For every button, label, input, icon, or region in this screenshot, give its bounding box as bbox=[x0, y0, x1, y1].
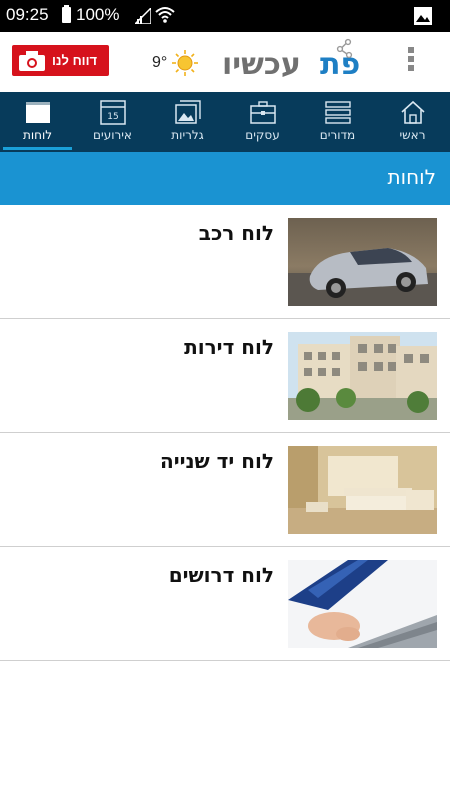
board-title: לוח דירות bbox=[184, 335, 274, 359]
temperature: 9° bbox=[152, 54, 168, 71]
signal-icon bbox=[135, 8, 151, 24]
overflow-menu-icon[interactable] bbox=[404, 46, 418, 72]
nav-label-businesses: עסקים bbox=[245, 128, 280, 142]
board-title: לוח רכב bbox=[198, 221, 274, 245]
board-icon bbox=[25, 102, 50, 123]
report-to-us-button[interactable]: דווח לנו bbox=[12, 45, 109, 76]
car-photo bbox=[288, 218, 437, 306]
nav-item-galleries[interactable]: גלריות bbox=[150, 92, 225, 152]
board-title: לוח דרושים bbox=[168, 563, 274, 587]
svg-text:15: 15 bbox=[107, 112, 118, 122]
section-header: לוחות bbox=[0, 152, 450, 205]
status-bar: 09:25 100% bbox=[0, 0, 450, 32]
report-button-label: דווח לנו bbox=[52, 53, 98, 68]
living-room-photo bbox=[288, 446, 437, 534]
nav-item-businesses[interactable]: עסקים bbox=[225, 92, 300, 152]
nav-label-galleries: גלריות bbox=[171, 128, 204, 142]
nav-item-sections[interactable]: מדורים bbox=[300, 92, 375, 152]
nav-label-boards: לוחות bbox=[22, 128, 53, 142]
list-item-car-board[interactable]: לוח רכב bbox=[0, 205, 450, 319]
sections-icon bbox=[324, 101, 351, 124]
image-notification-icon bbox=[414, 7, 432, 25]
nav-item-events[interactable]: 15 אירועים bbox=[75, 92, 150, 152]
nav-label-home: ראשי bbox=[399, 128, 426, 142]
list-item-second-hand-board[interactable]: לוח יד שנייה bbox=[0, 433, 450, 547]
wifi-icon bbox=[155, 7, 175, 23]
sun-icon bbox=[172, 50, 199, 76]
nav-item-boards[interactable]: לוחות bbox=[0, 92, 75, 152]
apartments-photo bbox=[288, 332, 437, 420]
app-bar: דווח לנו 9° עכשיו פת bbox=[0, 32, 450, 93]
board-title: לוח יד שנייה bbox=[159, 449, 274, 473]
weather-widget[interactable]: 9° bbox=[152, 49, 201, 77]
nav-label-events: אירועים bbox=[93, 128, 132, 142]
list-item-jobs-board[interactable]: לוח דרושים bbox=[0, 547, 450, 661]
calendar-icon: 15 bbox=[99, 100, 126, 125]
list-item-apartments-board[interactable]: לוח דירות bbox=[0, 319, 450, 433]
battery-icon bbox=[62, 5, 71, 23]
laptop-hand-photo bbox=[288, 560, 437, 648]
main-navigation: ראשי מדורים עסקים גלריות 15 אירועים לוחו… bbox=[0, 92, 450, 152]
camera-icon bbox=[19, 50, 45, 71]
status-time: 09:25 bbox=[6, 5, 49, 24]
briefcase-icon bbox=[249, 101, 276, 124]
app-logo: עכשיו פת bbox=[222, 38, 360, 82]
boards-list: לוח רכב לוח דירות לוח יד שנייה לוח דרושי… bbox=[0, 205, 450, 661]
svg-text:עכשיו: עכשיו bbox=[222, 47, 301, 82]
section-title: לוחות bbox=[387, 165, 436, 189]
svg-text:פת: פת bbox=[320, 47, 360, 82]
nav-label-sections: מדורים bbox=[319, 128, 356, 142]
battery-percent: 100% bbox=[76, 5, 120, 24]
home-icon bbox=[400, 100, 425, 124]
nav-item-home[interactable]: ראשי bbox=[375, 92, 450, 152]
gallery-icon bbox=[174, 100, 201, 124]
